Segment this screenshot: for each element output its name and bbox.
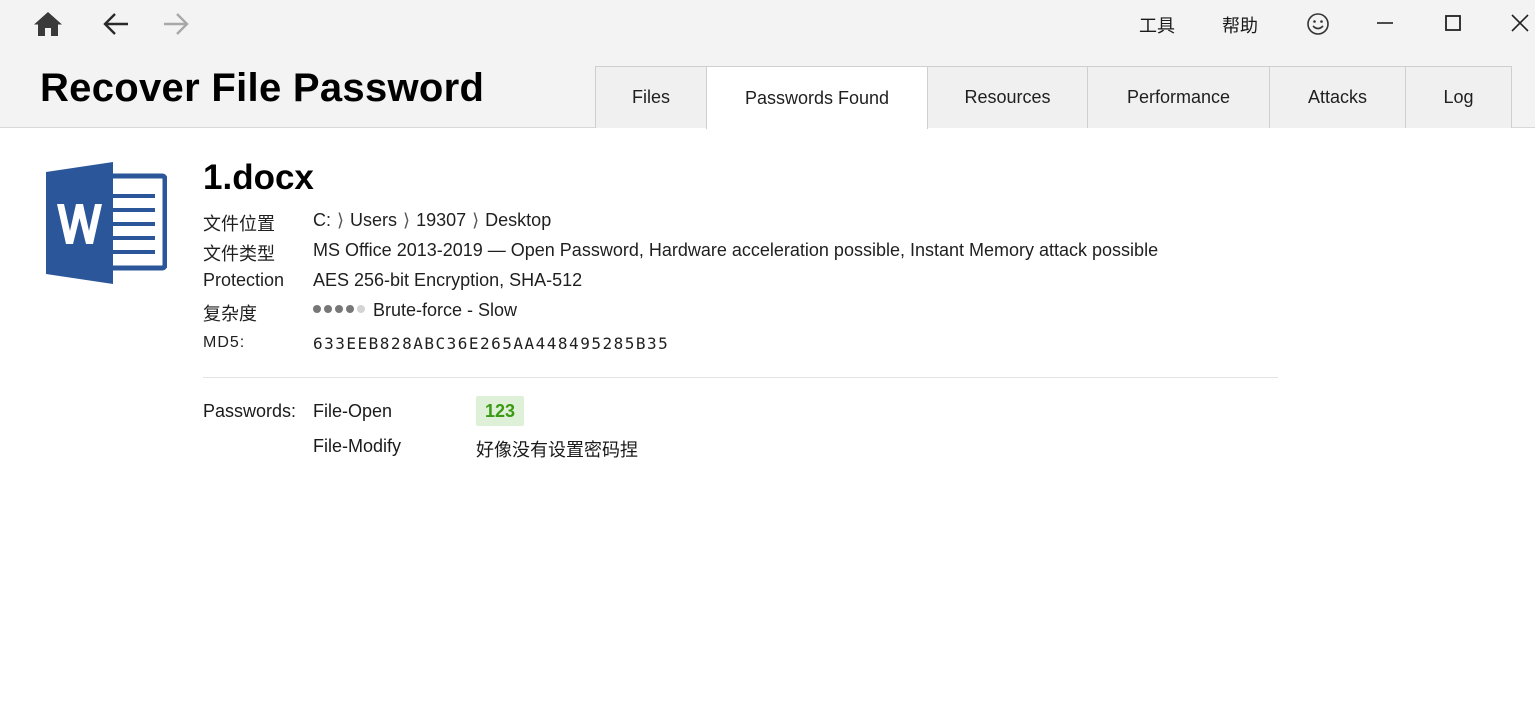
breadcrumb-item[interactable]: Users <box>350 210 397 230</box>
back-button[interactable] <box>98 6 134 42</box>
breadcrumb-item[interactable]: Desktop <box>485 210 551 230</box>
complexity-value: Brute-force - Slow <box>373 300 518 320</box>
maximize-button[interactable] <box>1430 4 1476 42</box>
maximize-icon <box>1445 15 1461 31</box>
complexity-dot <box>357 305 365 314</box>
home-button[interactable] <box>30 6 66 42</box>
menu-tools[interactable]: 工具 <box>1139 12 1175 38</box>
menu-help[interactable]: 帮助 <box>1222 12 1258 38</box>
breadcrumb: C: ⟩ Users ⟩ 19307 ⟩ Desktop <box>313 210 551 231</box>
divider <box>203 377 1278 378</box>
tab-log[interactable]: Log <box>1405 66 1512 128</box>
home-icon <box>34 12 62 36</box>
tab-passwords-found[interactable]: Passwords Found <box>706 66 928 129</box>
breadcrumb-separator-icon: ⟩ <box>337 210 345 230</box>
passwords-label: Passwords: <box>203 401 297 421</box>
feedback-button[interactable] <box>1303 9 1333 39</box>
md5-label: MD5: <box>203 334 246 351</box>
file-modify-password[interactable]: 好像没有设置密码捏 <box>476 436 638 462</box>
file-modify-label: File-Modify <box>313 436 402 456</box>
minimize-icon <box>1377 22 1393 24</box>
close-icon <box>1511 14 1529 32</box>
complexity-dot <box>324 305 332 314</box>
file-name: 1.docx <box>203 158 314 197</box>
arrow-right-icon <box>164 13 189 35</box>
file-open-label: File-Open <box>313 401 393 421</box>
complexity-dot <box>335 305 343 314</box>
file-type-label: 文件类型 <box>203 244 275 264</box>
tab-attacks[interactable]: Attacks <box>1269 66 1406 128</box>
arrow-left-icon <box>103 13 128 35</box>
complexity-label: 复杂度 <box>203 304 257 324</box>
complexity-meter <box>313 305 365 314</box>
tab-bar: Files Passwords Found Resources Performa… <box>595 66 1512 129</box>
close-button[interactable] <box>1497 4 1535 42</box>
forward-button[interactable] <box>158 6 194 42</box>
complexity-dot <box>313 305 321 314</box>
tab-files[interactable]: Files <box>595 66 707 128</box>
file-location-label: 文件位置 <box>203 214 275 234</box>
md5-value[interactable]: 633EEB828ABC36E265AA448495285B35 <box>313 334 669 353</box>
app-title: Recover File Password <box>40 66 485 110</box>
smiley-icon <box>1307 13 1329 35</box>
protection-label: Protection <box>203 270 285 290</box>
breadcrumb-item[interactable]: 19307 <box>416 210 466 230</box>
minimize-button[interactable] <box>1362 4 1408 42</box>
file-open-password[interactable]: 123 <box>476 396 525 426</box>
complexity-dot <box>346 305 354 314</box>
breadcrumb-separator-icon: ⟩ <box>472 210 480 230</box>
protection-value: AES 256-bit Encryption, SHA-512 <box>313 270 583 290</box>
file-type-value: MS Office 2013-2019 — Open Password, Har… <box>313 240 1159 260</box>
title-bar: 工具 帮助 Recover File Password Files Passwo… <box>0 0 1535 129</box>
breadcrumb-item[interactable]: C: <box>313 210 331 230</box>
word-document-icon <box>45 162 168 284</box>
tab-performance[interactable]: Performance <box>1087 66 1270 128</box>
breadcrumb-separator-icon: ⟩ <box>403 210 411 230</box>
tab-resources[interactable]: Resources <box>927 66 1088 128</box>
